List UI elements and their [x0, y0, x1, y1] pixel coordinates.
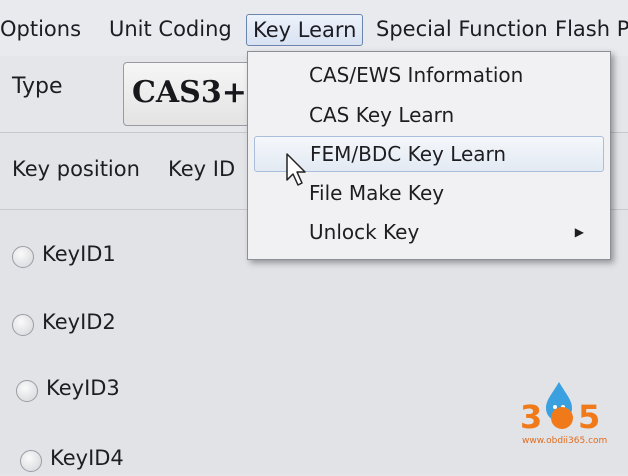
mouse-cursor-icon: [286, 153, 306, 186]
type-label: Type: [12, 74, 63, 99]
menu-item-cas-key-learn[interactable]: CAS Key Learn: [254, 98, 602, 132]
key-label: KeyID2: [42, 310, 116, 334]
key-label: KeyID3: [46, 376, 120, 400]
watermark-url: www.obdii365.com: [522, 436, 608, 446]
menu-item-label: FEM/BDC Key Learn: [310, 142, 507, 166]
menu-bar: Options Unit Coding Key Learn Special Fu…: [0, 0, 628, 56]
menu-item-cas-ews-information[interactable]: CAS/EWS Information: [254, 58, 602, 92]
menu-item-unlock-key[interactable]: Unlock Key ▶: [254, 215, 602, 249]
menu-key-learn[interactable]: Key Learn: [246, 14, 364, 46]
menu-special-function[interactable]: Special Function: [370, 14, 554, 44]
menu-item-label: CAS Key Learn: [309, 103, 455, 127]
svg-text:3: 3: [520, 398, 542, 436]
menu-item-label: CAS/EWS Information: [309, 63, 524, 87]
radio-button[interactable]: [12, 246, 34, 268]
radio-button[interactable]: [16, 380, 38, 402]
svg-text:5: 5: [578, 398, 600, 436]
key-position-header: Key position: [12, 157, 140, 181]
key-label: KeyID1: [42, 242, 116, 266]
menu-item-label: File Make Key: [309, 181, 445, 205]
type-value: CAS3+: [132, 75, 247, 110]
submenu-arrow-icon: ▶: [574, 225, 584, 239]
menu-options[interactable]: Options: [0, 14, 87, 44]
type-select[interactable]: CAS3+: [123, 62, 265, 126]
radio-button[interactable]: [12, 314, 34, 336]
key-label: KeyID4: [50, 446, 124, 470]
menu-unit-coding[interactable]: Unit Coding: [103, 14, 238, 44]
menu-item-label: Unlock Key: [309, 220, 420, 244]
radio-button[interactable]: [20, 450, 42, 472]
key-id-header: Key ID: [168, 157, 236, 181]
menu-flash-program[interactable]: Flash Pr: [549, 14, 628, 44]
